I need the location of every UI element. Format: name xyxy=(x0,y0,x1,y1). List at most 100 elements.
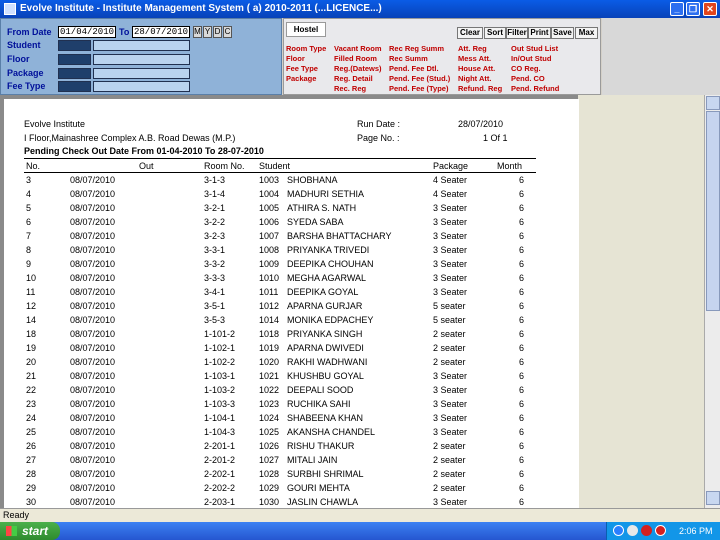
link-package[interactable]: Package xyxy=(286,74,316,83)
status-text: Ready xyxy=(3,510,30,520)
range-button-y[interactable]: Y xyxy=(203,26,212,38)
link-out-stud-list[interactable]: Out Stud List xyxy=(511,44,558,53)
row-no: 21 xyxy=(26,371,37,381)
institute-name: Evolve Institute xyxy=(24,119,86,129)
row-room: 1-101-2 xyxy=(204,329,236,339)
row-student-name: DEEPIKA CHOUHAN xyxy=(287,259,374,269)
row-package: 2 seater xyxy=(433,483,466,493)
row-room: 3-2-2 xyxy=(204,217,226,227)
row-out-date: 08/07/2010 xyxy=(70,203,116,213)
floor-code-field[interactable] xyxy=(58,54,91,65)
link-co-reg[interactable]: CO Reg. xyxy=(511,64,541,73)
link-rec-reg[interactable]: Rec. Reg xyxy=(334,84,366,93)
row-student-id: 1008 xyxy=(259,245,280,255)
viewer-side-area xyxy=(578,95,704,508)
student-name-field[interactable] xyxy=(93,40,190,51)
row-month: 6 xyxy=(519,189,525,199)
restore-button[interactable]: ❐ xyxy=(686,2,700,16)
row-out-date: 08/07/2010 xyxy=(70,343,116,353)
table-row: 5 08/07/2010 3-2-1 1005 ATHIRA S. NATH 3 Seat… xyxy=(24,203,544,217)
range-button-d[interactable]: D xyxy=(213,26,222,38)
row-out-date: 08/07/2010 xyxy=(70,357,116,367)
antivirus-icon[interactable] xyxy=(641,525,652,536)
scroll-down-arrow-icon[interactable] xyxy=(706,491,720,505)
security-alert-icon[interactable] xyxy=(655,525,666,536)
link-filled-room[interactable]: Filled Room xyxy=(334,54,377,63)
row-month: 6 xyxy=(519,357,525,367)
row-student-id: 1030 xyxy=(259,497,280,507)
link-pend-fee-dtl[interactable]: Pend. Fee Dtl. xyxy=(389,64,439,73)
row-out-date: 08/07/2010 xyxy=(70,413,116,423)
scroll-thumb[interactable] xyxy=(706,111,720,311)
table-row: 11 08/07/2010 3-4-1 1011 DEEPIKA GOYAL 3 Seat… xyxy=(24,287,544,301)
link-pend-fee-type[interactable]: Pend. Fee (Type) xyxy=(389,84,448,93)
row-student-id: 1012 xyxy=(259,301,280,311)
row-student-id: 1023 xyxy=(259,399,280,409)
to-date-label: To xyxy=(119,27,130,37)
range-button-c[interactable]: C xyxy=(223,26,232,38)
package-name-field[interactable] xyxy=(93,68,190,79)
row-month: 6 xyxy=(519,441,525,451)
row-room: 3-5-3 xyxy=(204,315,226,325)
link-pend-co[interactable]: Pend. CO xyxy=(511,74,545,83)
link-reg-detail[interactable]: Reg. Detail xyxy=(334,74,373,83)
link-pend-fee-stud[interactable]: Pend. Fee (Stud.) xyxy=(389,74,450,83)
range-button-m[interactable]: M xyxy=(193,26,202,38)
tab-hostel[interactable]: Hostel xyxy=(286,22,326,37)
floor-name-field[interactable] xyxy=(93,54,190,65)
link-att-reg[interactable]: Att. Reg xyxy=(458,44,487,53)
link-vacant-room[interactable]: Vacant Room xyxy=(334,44,382,53)
link-fee-type[interactable]: Fee Type xyxy=(286,64,318,73)
row-student-name: GOURI MEHTA xyxy=(287,483,350,493)
filter-button[interactable]: Filter xyxy=(506,27,528,39)
row-month: 6 xyxy=(519,273,525,283)
link-floor[interactable]: Floor xyxy=(286,54,305,63)
link-rec-summ[interactable]: Rec Summ xyxy=(389,54,428,63)
row-no: 6 xyxy=(26,217,32,227)
link-in-out-stud[interactable]: In/Out Stud xyxy=(511,54,551,63)
row-student-name: APARNA DWIVEDI xyxy=(287,343,364,353)
row-room: 1-103-2 xyxy=(204,385,236,395)
link-pend-refund[interactable]: Pend. Refund xyxy=(511,84,559,93)
vertical-scrollbar[interactable] xyxy=(704,95,720,508)
row-package: 3 Seater xyxy=(433,245,468,255)
network-icon[interactable] xyxy=(627,525,638,536)
link-house-att[interactable]: House Att. xyxy=(458,64,495,73)
row-student-id: 1021 xyxy=(259,371,280,381)
row-student-id: 1011 xyxy=(259,287,279,297)
row-package: 5 seater xyxy=(433,315,466,325)
row-student-id: 1004 xyxy=(259,189,280,199)
link-refund-reg[interactable]: Refund. Reg xyxy=(458,84,502,93)
row-month: 6 xyxy=(519,399,525,409)
taskbar: start 2:06 PM xyxy=(0,522,720,540)
link-rec-reg-summ[interactable]: Rec Reg Summ xyxy=(389,44,444,53)
link-room-type[interactable]: Room Type xyxy=(286,44,326,53)
scroll-up-arrow-icon[interactable] xyxy=(706,96,720,110)
row-student-id: 1020 xyxy=(259,357,280,367)
clear-button[interactable]: Clear xyxy=(457,27,483,39)
to-date-input[interactable]: 28/07/2010 xyxy=(132,26,190,38)
start-button[interactable]: start xyxy=(0,522,60,540)
link-night-att[interactable]: Night Att. xyxy=(458,74,491,83)
minimize-button[interactable]: _ xyxy=(670,2,684,16)
clock: 2:06 PM xyxy=(679,526,713,536)
close-button[interactable]: ✕ xyxy=(703,2,717,16)
row-out-date: 08/07/2010 xyxy=(70,399,116,409)
row-student-id: 1010 xyxy=(259,273,280,283)
fee-type-code-field[interactable] xyxy=(58,81,91,92)
sort-button[interactable]: Sort xyxy=(484,27,506,39)
save-button[interactable]: Save xyxy=(551,27,574,39)
fee-type-name-field[interactable] xyxy=(93,81,190,92)
bluetooth-icon[interactable] xyxy=(613,525,624,536)
link-mess-att[interactable]: Mess Att. xyxy=(458,54,491,63)
print-button[interactable]: Print xyxy=(528,27,551,39)
link-reg-datews[interactable]: Reg.(Datews) xyxy=(334,64,382,73)
max-button[interactable]: Max xyxy=(575,27,598,39)
row-no: 18 xyxy=(26,329,37,339)
from-date-input[interactable]: 01/04/2010 xyxy=(58,26,116,38)
row-out-date: 08/07/2010 xyxy=(70,497,116,507)
student-code-field[interactable] xyxy=(58,40,91,51)
row-student-name: RAKHI WADHWANI xyxy=(287,357,368,367)
package-code-field[interactable] xyxy=(58,68,91,79)
table-row: 8 08/07/2010 3-3-1 1008 PRIYANKA TRIVEDI 3 Se… xyxy=(24,245,544,259)
